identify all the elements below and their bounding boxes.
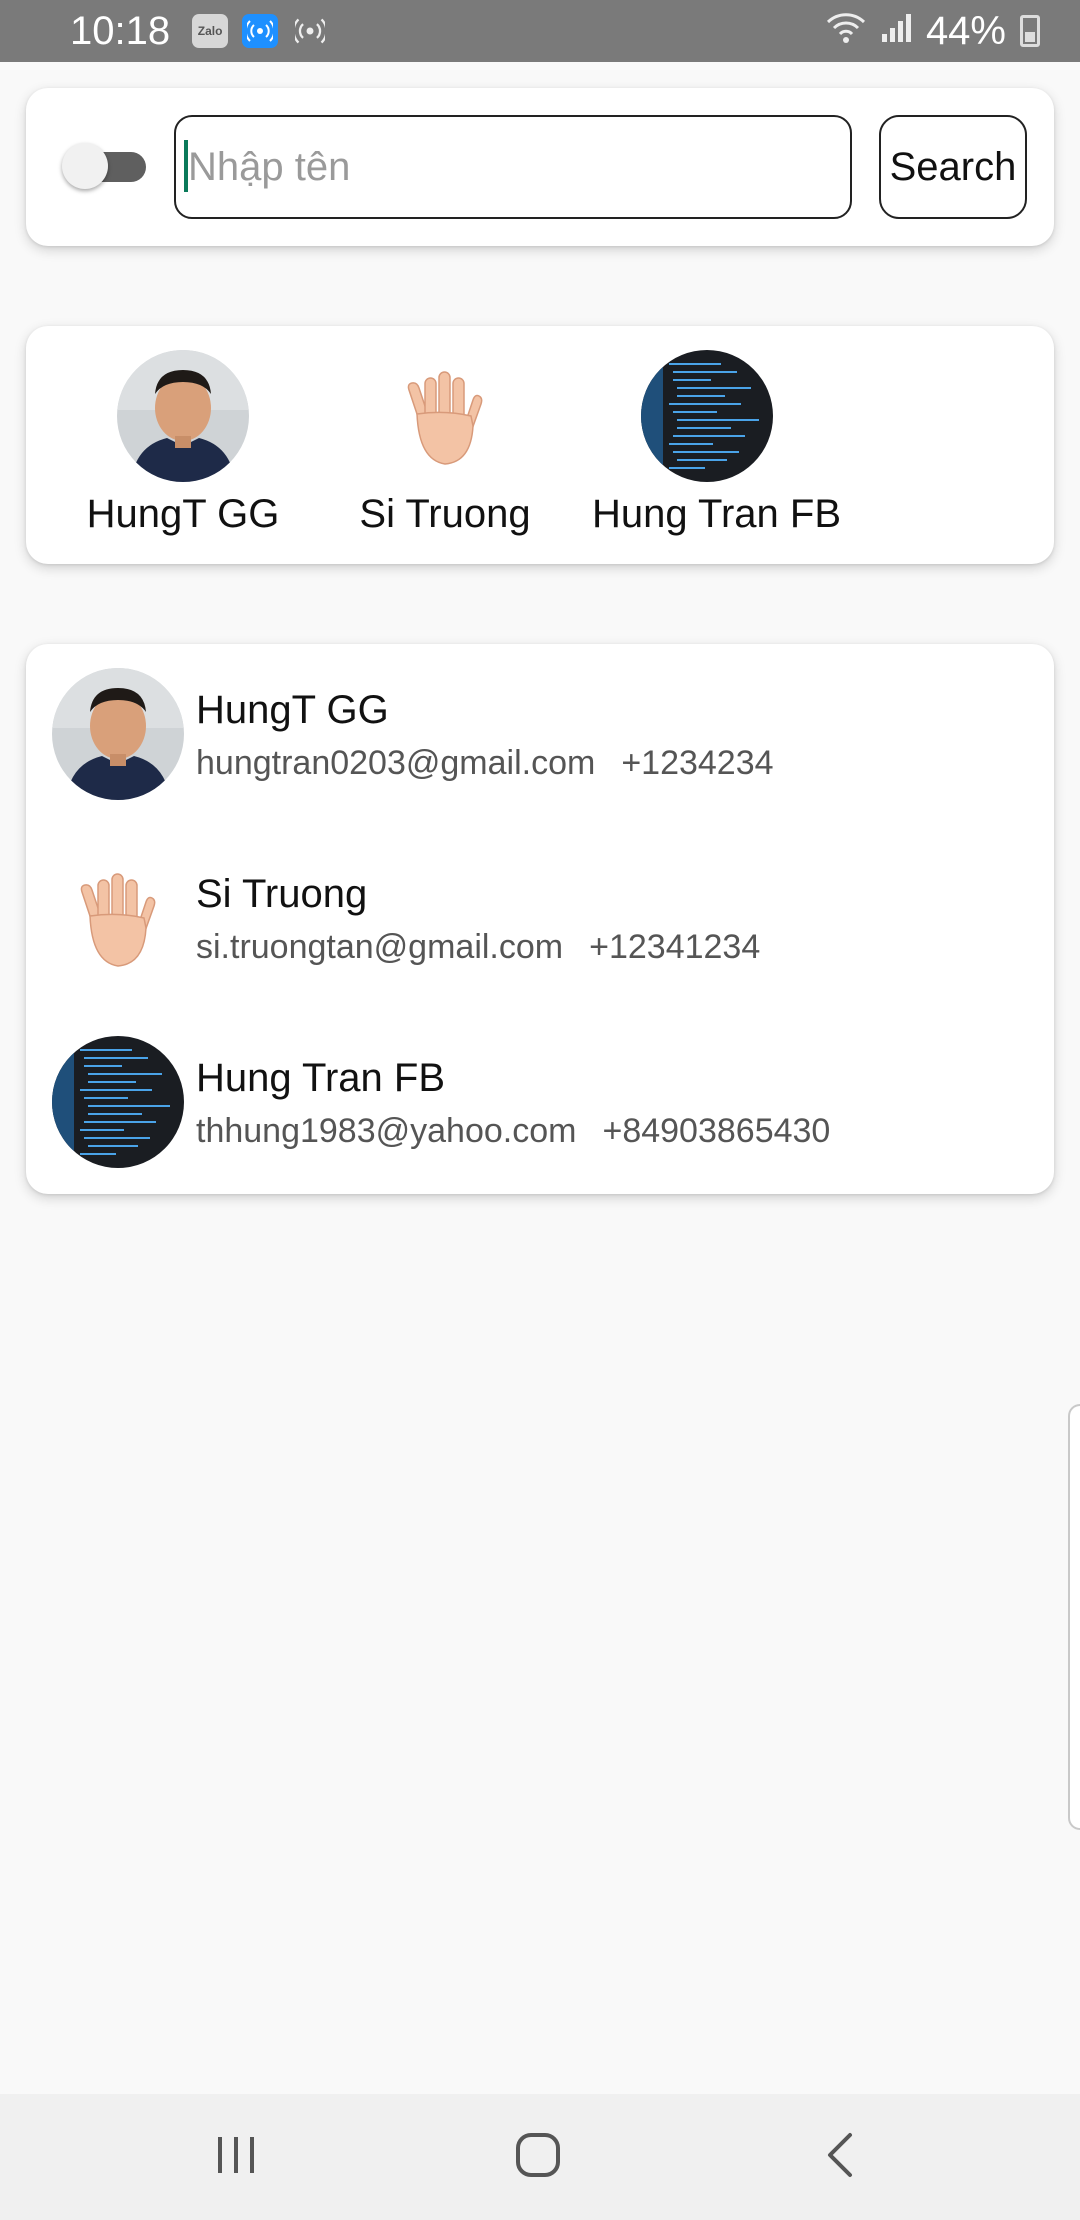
home-icon [514,2131,562,2184]
code-screenshot-avatar [52,1036,184,1168]
hotspot-icon [292,14,328,48]
search-input[interactable] [174,115,852,219]
wifi-icon [826,9,866,54]
contact-name: Hung Tran FB [196,1056,446,1100]
battery-icon [1020,15,1040,47]
person-photo-avatar [117,350,249,482]
contact-name: Si Truong [196,872,368,916]
recent-apps-icon [214,2135,258,2180]
signal-icon [880,9,912,54]
back-button[interactable] [760,2094,920,2220]
contact-email: thhung1983@yahoo.com [196,1112,577,1150]
hand-icon [52,852,184,984]
contact-phone: +12341234 [589,928,761,966]
contact-row[interactable]: Hung Tran FB thhung1983@yahoo.com +849038… [26,1012,1054,1168]
toggle-thumb [62,143,108,189]
contact-detail: thhung1983@yahoo.com +84903865430 [196,1112,830,1151]
contact-name: HungT GG [196,688,389,732]
contact-email: si.truongtan@gmail.com [196,928,564,966]
status-bar: 10:18 Zalo 44% [0,0,1080,62]
hand-icon [379,350,511,482]
hotspot-icon [242,14,279,48]
contact-row[interactable]: Si Truong si.truongtan@gmail.com +1234123… [26,828,1054,984]
status-right: 44% [826,9,1040,54]
search-card: Search [26,88,1054,246]
favorites-card: HungT GG Si Truong Hung Tran FB [26,326,1054,564]
contact-detail: si.truongtan@gmail.com +12341234 [196,928,760,967]
contact-phone: +1234234 [621,744,774,782]
favorite-item[interactable]: Hung Tran FB [592,350,842,537]
code-screenshot-avatar [641,350,773,482]
favorite-name: HungT GG [86,492,280,536]
battery-percent: 44% [925,8,1006,53]
home-button[interactable] [458,2094,618,2220]
toggle-switch[interactable] [62,143,148,189]
back-icon [822,2131,858,2184]
status-time: 10:18 [70,8,171,53]
zalo-icon: Zalo [192,14,229,48]
person-photo-avatar [52,668,184,800]
favorite-item[interactable]: HungT GG [68,350,298,537]
contacts-list-card: HungT GG hungtran0203@gmail.com +1234234 … [26,644,1054,1194]
recent-apps-button[interactable] [156,2094,316,2220]
contact-email: hungtran0203@gmail.com [196,744,596,782]
text-caret [184,140,188,192]
contact-detail: hungtran0203@gmail.com +1234234 [196,744,774,783]
contact-row[interactable]: HungT GG hungtran0203@gmail.com +1234234 [26,644,1054,800]
contact-phone: +84903865430 [602,1112,831,1150]
edge-panel-handle[interactable] [1068,1404,1080,1830]
favorite-name: Si Truong [359,492,531,536]
favorite-name: Hung Tran FB [592,492,842,536]
navigation-bar [0,2094,1080,2220]
search-button[interactable]: Search [879,115,1027,219]
favorite-item[interactable]: Si Truong [330,350,560,537]
